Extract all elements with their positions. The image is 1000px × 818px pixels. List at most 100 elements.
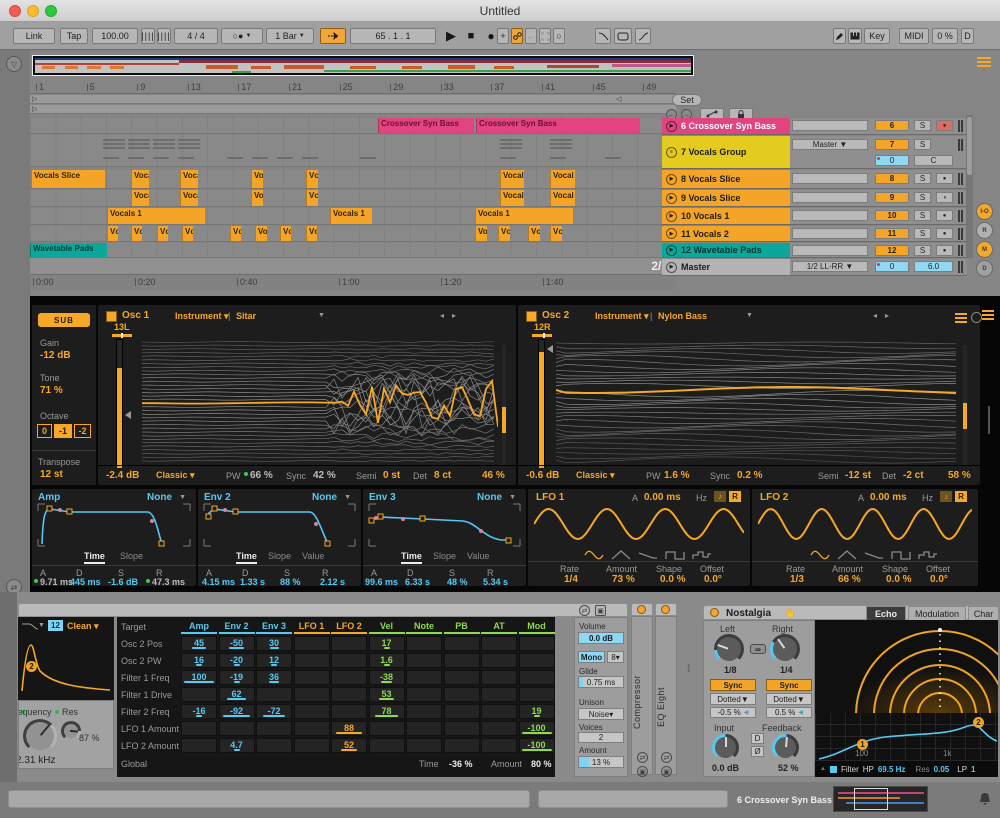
matrix-cell[interactable] xyxy=(519,687,555,702)
matrix-cell[interactable] xyxy=(294,636,330,651)
loop-button[interactable] xyxy=(614,28,632,44)
wavetable-title-bar[interactable]: ⇄ ▣ xyxy=(18,603,628,617)
rail-badge-r[interactable]: R xyxy=(976,222,993,239)
clip[interactable]: Vc xyxy=(550,226,562,241)
computer-midi-keyboard-button[interactable] xyxy=(848,28,862,44)
wavetable-circle-icon[interactable] xyxy=(971,312,982,323)
matrix-cell[interactable] xyxy=(181,721,217,736)
eq-hot-swap-icon[interactable]: ⇄ xyxy=(661,752,672,763)
tap-tempo-button[interactable]: Tap xyxy=(60,28,88,44)
amp-sustain-value[interactable]: -1.6 dB xyxy=(108,577,138,587)
link-button[interactable]: Link xyxy=(13,28,55,44)
matrix-cell[interactable]: 19 xyxy=(519,704,555,719)
osc2-wavetable-menu[interactable]: Nylon Bass xyxy=(658,311,707,321)
matrix-cell[interactable] xyxy=(481,738,517,753)
clip-lane-vocals-group[interactable] xyxy=(30,135,676,167)
arrangement-overview[interactable] xyxy=(32,55,694,76)
matrix-cell[interactable] xyxy=(331,704,367,719)
matrix-cell[interactable] xyxy=(181,738,217,753)
clip[interactable]: Wavetable Pads xyxy=(30,243,107,257)
track-delay-field[interactable]: Master ▼ xyxy=(792,139,868,150)
matrix-cell[interactable] xyxy=(294,721,330,736)
matrix-cell[interactable] xyxy=(481,721,517,736)
matrix-cell[interactable]: -100 xyxy=(519,738,555,753)
track-number[interactable]: 8 xyxy=(875,173,909,184)
matrix-cell[interactable] xyxy=(519,636,555,651)
matrix-cell[interactable] xyxy=(481,704,517,719)
solo-button[interactable]: S xyxy=(914,210,931,221)
osc1-detune-value[interactable]: 8 ct xyxy=(434,470,451,481)
arm-record-button[interactable]: ◑ xyxy=(936,192,953,203)
clip-mini-overview[interactable] xyxy=(833,786,928,812)
echo-right-division-menu[interactable]: Dotted ▼ xyxy=(766,693,812,705)
solo-button[interactable]: S xyxy=(914,192,931,203)
matrix-cell[interactable] xyxy=(331,670,367,685)
matrix-cell[interactable] xyxy=(406,704,442,719)
mini-overview-viewport[interactable] xyxy=(854,788,888,810)
clip[interactable]: Vocal xyxy=(550,190,575,206)
track-play-icon[interactable]: ▶ xyxy=(666,174,677,185)
env3-graph[interactable] xyxy=(367,502,522,548)
filter-enable-checkbox[interactable] xyxy=(830,766,837,773)
sub-octave--2[interactable]: -2 xyxy=(74,424,91,438)
lfo1-attack-value[interactable]: 0.00 ms xyxy=(644,492,681,503)
matrix-cell[interactable] xyxy=(256,721,292,736)
marker-lane[interactable]: ▷ xyxy=(30,105,676,114)
env2-tab-time[interactable]: Time xyxy=(236,551,257,564)
clip[interactable]: Vc xyxy=(528,226,540,241)
track-header-master[interactable]: ▶Master1/2 LL-RR ▼06.0 xyxy=(662,259,967,276)
clip-lane-vocals-2[interactable]: VcVcVcVcVcVoVcVcVoVcVcVc xyxy=(30,226,676,242)
lfo2-retrigger-toggle[interactable]: R xyxy=(955,491,967,502)
matrix-cell[interactable]: -20 xyxy=(219,653,255,668)
filter2-res-value[interactable]: 87 % xyxy=(79,733,100,743)
beat-time-ruler[interactable]: 15913172125293337414549 xyxy=(30,81,676,94)
osc2-detune-value[interactable]: -2 ct xyxy=(903,470,924,481)
track-delay-field[interactable] xyxy=(792,228,868,239)
echo-res-value[interactable]: 0.05 xyxy=(934,765,950,774)
matrix-cell[interactable]: -100 xyxy=(519,721,555,736)
matrix-cell[interactable] xyxy=(406,687,442,702)
track-play-icon[interactable]: ▶ xyxy=(666,211,677,222)
track-play-icon[interactable]: ▶ xyxy=(666,121,677,132)
osc2-wavetable-visualization[interactable] xyxy=(556,337,956,465)
echo-tab-modulation[interactable]: Modulation xyxy=(908,606,966,621)
draw-mode-button[interactable] xyxy=(833,28,846,44)
matrix-cell[interactable] xyxy=(181,687,217,702)
echo-left-offset-field[interactable]: -0.5 %◀ xyxy=(710,707,756,718)
env2-tab-slope[interactable]: Slope xyxy=(268,551,291,561)
matrix-cell[interactable] xyxy=(481,653,517,668)
rail-badge-d[interactable]: D xyxy=(976,260,993,277)
notification-bell-icon[interactable] xyxy=(977,791,993,807)
osc2-pan-value[interactable]: 12R xyxy=(534,322,551,332)
matrix-cell[interactable]: 53 xyxy=(369,687,405,702)
rail-badge-m[interactable]: M xyxy=(976,241,993,258)
track-header-11-vocals-2[interactable]: ▶11 Vocals 211S● xyxy=(662,226,967,242)
track-delay-field[interactable] xyxy=(792,120,868,131)
echo-left-value[interactable]: 1/8 xyxy=(724,665,737,675)
clip[interactable]: Vo xyxy=(255,226,267,241)
arm-record-button[interactable]: ● xyxy=(936,210,953,221)
arm-record-button[interactable]: ● xyxy=(936,228,953,239)
device-eq-eight[interactable]: EQ Eight ⇄ ▣ xyxy=(655,603,677,775)
lfo1-shape-sine-icon[interactable] xyxy=(584,547,604,565)
lfo2-shape-value[interactable]: 0.0 % xyxy=(886,574,912,585)
device-scrollbar[interactable] xyxy=(988,406,990,434)
echo-lp-value[interactable]: 1 xyxy=(971,765,975,774)
env3-tab-value[interactable]: Value xyxy=(467,551,489,561)
lfo2-shape-saw-icon[interactable] xyxy=(864,547,884,565)
clip[interactable]: Vc xyxy=(182,226,193,241)
filter2-circuit-menu[interactable]: Clean ▾ xyxy=(67,621,99,632)
track-play-icon[interactable]: ▶ xyxy=(666,245,677,256)
solo-button[interactable]: S xyxy=(914,245,931,256)
echo-hp-value[interactable]: 69.5 Hz xyxy=(878,765,906,774)
filter-type-icon[interactable] xyxy=(21,621,39,631)
clip-lane-wavetable-pads[interactable]: Wavetable Pads xyxy=(30,243,676,258)
compressor-save-icon[interactable]: ▣ xyxy=(637,766,648,777)
echo-tab-character[interactable]: Char xyxy=(968,606,999,621)
crossfade-assign[interactable]: C xyxy=(914,155,953,166)
sub-octave-0[interactable]: 0 xyxy=(37,424,52,438)
env3-tab-time[interactable]: Time xyxy=(401,551,422,564)
matrix-cell[interactable]: 16 xyxy=(181,653,217,668)
osc1-next-table-icon[interactable]: ▸ xyxy=(452,311,456,320)
clip-lane-vocals-1[interactable]: Vocals 1Vocals 1Vocals 1 xyxy=(30,208,676,225)
